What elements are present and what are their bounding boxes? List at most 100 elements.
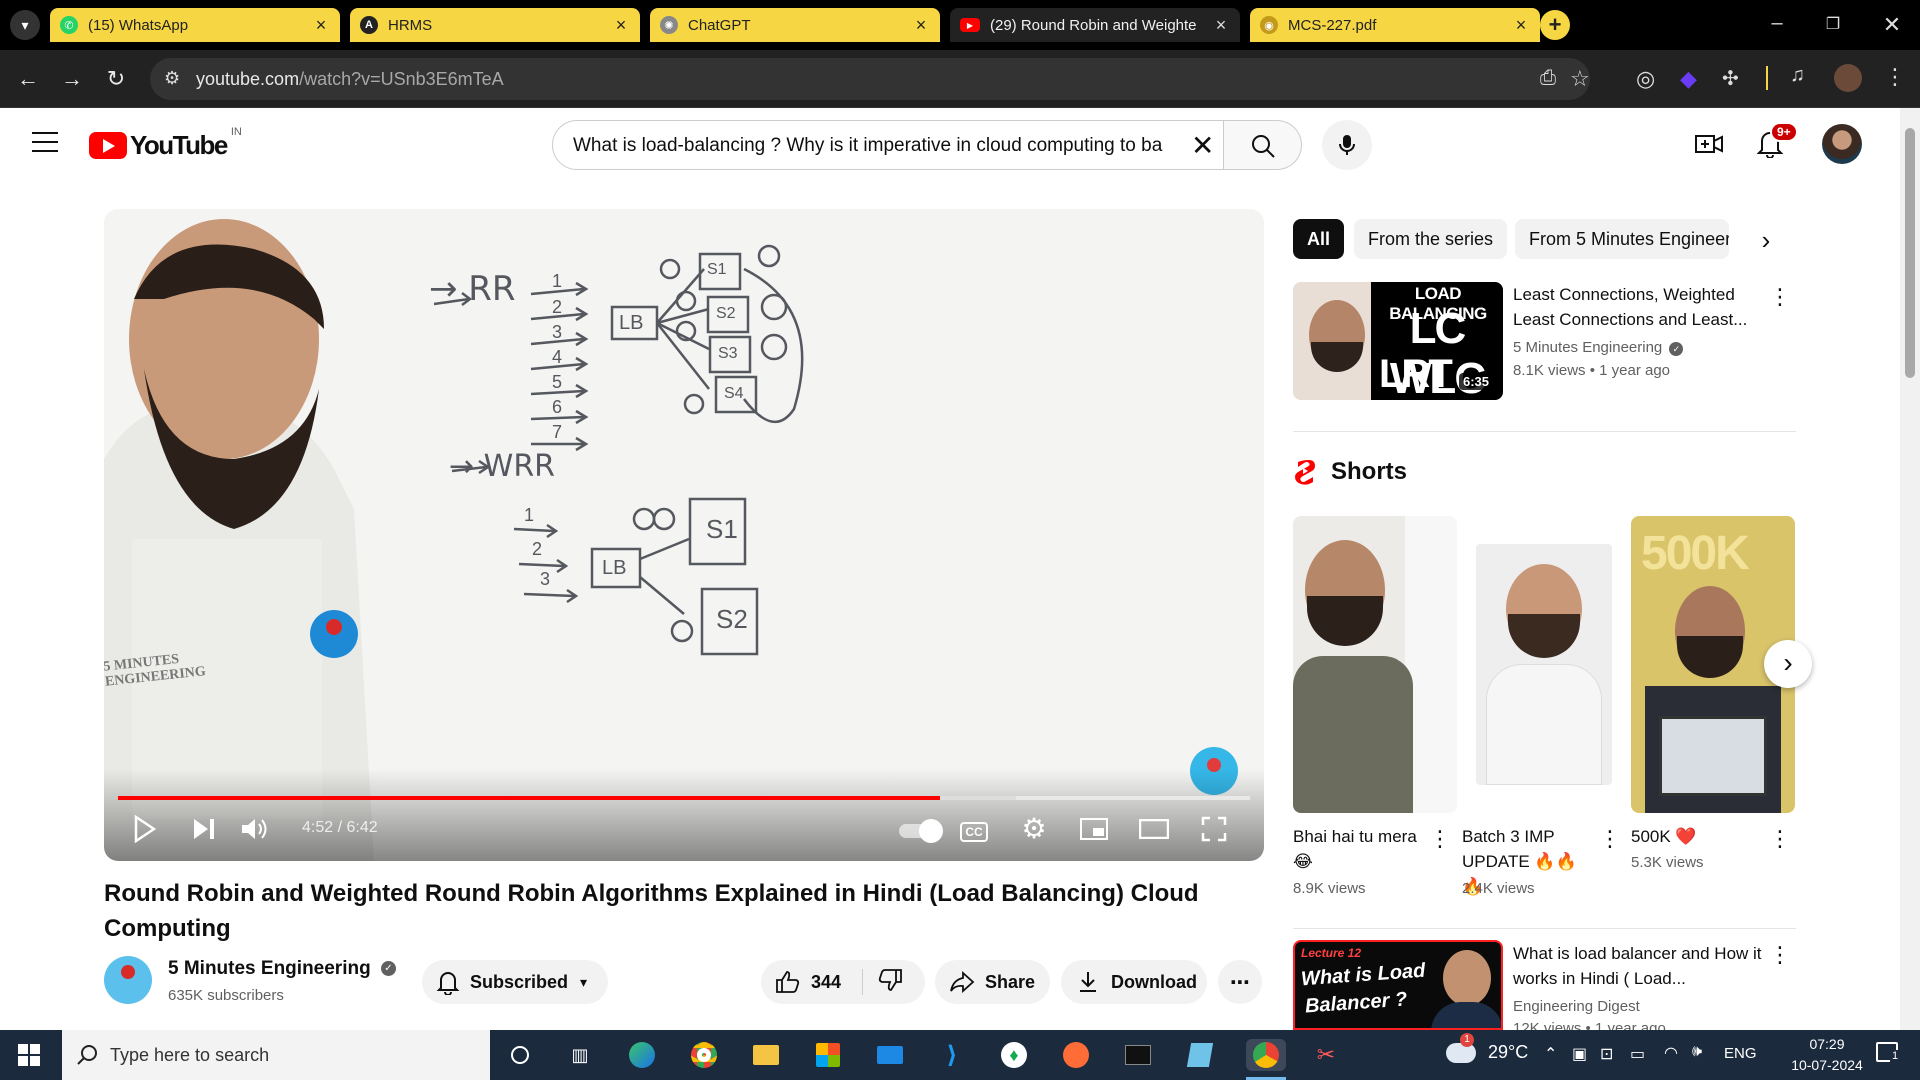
play-button[interactable]: [124, 809, 164, 849]
volume-tray-icon[interactable]: 🕪: [1692, 1043, 1702, 1061]
chrome-icon[interactable]: [688, 1039, 720, 1071]
voice-search-button[interactable]: [1322, 120, 1372, 170]
autoplay-toggle[interactable]: [894, 809, 944, 849]
tab-chatgpt[interactable]: ✺ ChatGPT ×: [650, 8, 940, 42]
scrollbar-thumb[interactable]: [1905, 128, 1915, 378]
bookmark-star-icon[interactable]: ☆: [1570, 66, 1590, 92]
search-input[interactable]: What is load-balancing ? Why is it imper…: [552, 120, 1224, 170]
youtube-logo[interactable]: YouTube IN: [89, 126, 242, 161]
next-button[interactable]: [184, 809, 224, 849]
short-more-menu-1[interactable]: ⋮: [1428, 827, 1452, 851]
video-player[interactable]: → RR → WRR LB LB S1 S2 S3 S4 S1 S2 1 2 3…: [104, 209, 1264, 861]
profile-avatar[interactable]: [1834, 64, 1862, 92]
close-icon[interactable]: ×: [312, 15, 330, 36]
shorts-next-button[interactable]: ›: [1764, 640, 1812, 688]
page-scrollbar[interactable]: [1900, 108, 1920, 1030]
reload-button[interactable]: ↻: [96, 59, 136, 99]
chip-from-series[interactable]: From the series: [1354, 219, 1508, 259]
close-window-button[interactable]: ✕: [1864, 0, 1920, 50]
weather-widget[interactable]: 1 29°C: [1446, 1032, 1528, 1063]
minimize-window-button[interactable]: –: [1752, 0, 1802, 50]
task-view-icon[interactable]: ▥: [564, 1039, 596, 1071]
chip-all[interactable]: All: [1293, 219, 1345, 259]
close-icon[interactable]: ×: [612, 15, 630, 36]
tab-search-button[interactable]: ▾: [10, 10, 40, 40]
notifications-button[interactable]: 9+: [1756, 122, 1798, 163]
tab-youtube-active[interactable]: ▶ (29) Round Robin and Weighte ×: [950, 8, 1240, 42]
related-video-thumbnail[interactable]: LOAD BALANCING LC WLC LRT 6:35: [1293, 282, 1503, 400]
microsoft-store-icon[interactable]: [812, 1039, 844, 1071]
extensions-puzzle-icon[interactable]: ✣: [1722, 66, 1739, 91]
related-more-menu[interactable]: ⋮: [1768, 285, 1792, 309]
short-thumbnail-1[interactable]: [1293, 516, 1457, 813]
vscode-icon[interactable]: ⟩: [936, 1039, 968, 1071]
site-info-icon[interactable]: ⚙: [164, 68, 180, 89]
related-video-title-2[interactable]: What is load balancer and How it works i…: [1513, 941, 1763, 991]
search-button[interactable]: [1224, 120, 1302, 170]
account-avatar[interactable]: [1822, 124, 1862, 164]
close-icon[interactable]: ×: [1212, 15, 1230, 36]
related-video-thumbnail-2[interactable]: Lecture 12 What is Load Balancer ?: [1293, 940, 1503, 1030]
like-button[interactable]: 344: [761, 969, 863, 995]
tab-hrms[interactable]: A HRMS ×: [350, 8, 640, 42]
volume-button[interactable]: [234, 809, 274, 849]
show-hidden-icons-chevron-icon[interactable]: ⌃: [1544, 1044, 1557, 1064]
file-explorer-icon[interactable]: [750, 1039, 782, 1071]
related-video-title[interactable]: Least Connections, Weighted Least Connec…: [1513, 282, 1763, 332]
short-title-3[interactable]: 500K ❤️: [1631, 824, 1761, 849]
start-button[interactable]: [18, 1044, 40, 1066]
new-tab-button[interactable]: +: [1540, 10, 1570, 40]
wifi-icon[interactable]: ◠: [1664, 1043, 1678, 1063]
url-bar[interactable]: ⚙ youtube.com/watch?v=USnb3E6mTeA ⎙ ☆: [150, 58, 1590, 100]
more-actions-button[interactable]: ⋯: [1218, 960, 1262, 1004]
clear-search-icon[interactable]: ✕: [1191, 129, 1214, 162]
short-thumbnail-2[interactable]: [1476, 544, 1612, 785]
related-more-menu-2[interactable]: ⋮: [1768, 943, 1792, 967]
battery-icon[interactable]: ▭: [1630, 1044, 1645, 1064]
mail-icon[interactable]: [874, 1039, 906, 1071]
postman-icon[interactable]: [1060, 1039, 1092, 1071]
meet-now-icon[interactable]: ▣: [1572, 1044, 1587, 1064]
restore-window-button[interactable]: ❐: [1808, 0, 1858, 50]
dislike-button[interactable]: [863, 968, 903, 997]
install-app-icon[interactable]: ⎙: [1540, 67, 1556, 90]
action-center-button[interactable]: 1: [1876, 1042, 1904, 1066]
chip-from-channel[interactable]: From 5 Minutes Engineeri: [1515, 219, 1729, 259]
media-control-icon[interactable]: ♫: [1790, 64, 1805, 87]
taskbar-search-box[interactable]: Type here to search: [62, 1030, 490, 1080]
snipping-tool-icon[interactable]: ✂: [1310, 1039, 1342, 1071]
subscribed-button[interactable]: Subscribed ▾: [422, 960, 608, 1004]
captions-button[interactable]: CC: [954, 809, 994, 849]
forward-button[interactable]: →: [52, 59, 92, 99]
share-button[interactable]: Share: [935, 960, 1050, 1004]
close-icon[interactable]: ×: [912, 15, 930, 36]
language-indicator[interactable]: ENG: [1724, 1045, 1757, 1062]
extension-purple-icon[interactable]: ◆: [1680, 66, 1697, 92]
miniplayer-button[interactable]: [1074, 809, 1114, 849]
short-more-menu-2[interactable]: ⋮: [1598, 827, 1622, 851]
back-button[interactable]: ←: [8, 59, 48, 99]
chrome-active-icon[interactable]: [1246, 1039, 1286, 1071]
browser-menu-icon[interactable]: ⋮: [1884, 64, 1906, 90]
fullscreen-button[interactable]: [1194, 809, 1234, 849]
hamburger-menu-icon[interactable]: [32, 132, 58, 152]
terminal-icon[interactable]: [1122, 1039, 1154, 1071]
cortana-icon[interactable]: [504, 1039, 536, 1071]
tab-whatsapp[interactable]: ✆ (15) WhatsApp ×: [50, 8, 340, 42]
chips-next-button[interactable]: ›: [1748, 222, 1784, 258]
display-icon[interactable]: ⊡: [1600, 1044, 1613, 1064]
tab-pdf[interactable]: ◉ MCS-227.pdf ×: [1250, 8, 1540, 42]
related-video-channel[interactable]: 5 Minutes Engineering ✓: [1513, 339, 1684, 356]
short-more-menu-3[interactable]: ⋮: [1768, 827, 1792, 851]
mongodb-compass-icon[interactable]: ♦: [998, 1039, 1030, 1071]
short-title-1[interactable]: Bhai hai tu mera 😂: [1293, 824, 1438, 874]
channel-avatar[interactable]: [104, 956, 152, 1004]
close-icon[interactable]: ×: [1512, 15, 1530, 36]
theater-mode-button[interactable]: [1134, 809, 1174, 849]
channel-name[interactable]: 5 Minutes Engineering ✓: [168, 958, 396, 980]
create-video-button[interactable]: [1694, 130, 1724, 163]
extension-icon[interactable]: ◎: [1636, 66, 1655, 92]
related-video-channel-2[interactable]: Engineering Digest: [1513, 998, 1640, 1015]
settings-button[interactable]: ⚙: [1014, 809, 1054, 849]
download-button[interactable]: Download: [1061, 960, 1207, 1004]
